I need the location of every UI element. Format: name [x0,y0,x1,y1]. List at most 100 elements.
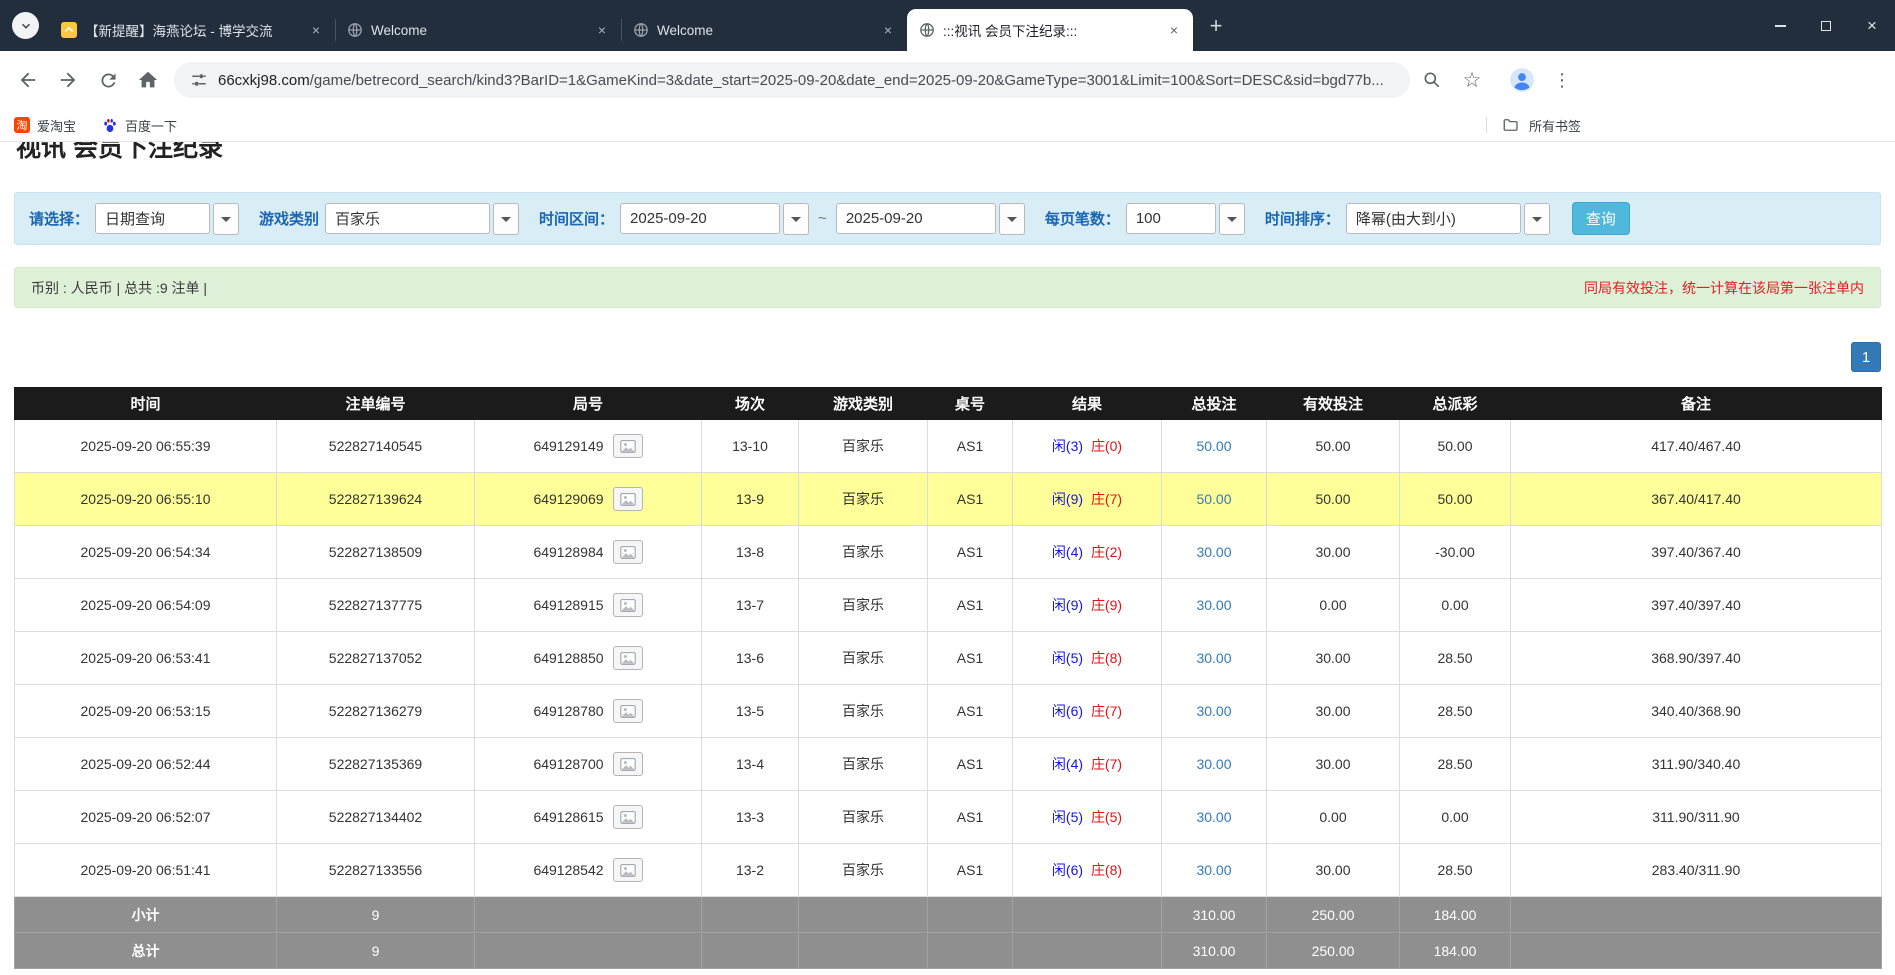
cell-payout: 50.00 [1400,420,1511,473]
tab-close-icon[interactable]: × [307,21,325,39]
table-footer: 小计 9 310.00 250.00 184.00 总计 9 310.00 25… [15,897,1882,969]
total-row: 总计 9 310.00 250.00 184.00 [15,933,1882,969]
search-icon [1422,70,1442,90]
total-bet-link[interactable]: 30.00 [1196,756,1231,772]
round-media-button[interactable] [613,646,643,670]
browser-menu-button[interactable]: ⋮ [1542,60,1582,100]
image-icon [620,440,636,453]
close-button[interactable]: × [1849,0,1895,51]
combo-arrow-icon[interactable] [783,203,809,235]
date-start-input[interactable] [620,203,780,234]
total-bet-link[interactable]: 50.00 [1196,491,1231,507]
sort-input[interactable] [1346,203,1521,234]
total-bet-link[interactable]: 30.00 [1196,544,1231,560]
cell-bet-id: 522827140545 [277,420,475,473]
game-type-input[interactable] [325,203,490,234]
result-player: 闲(3) [1052,438,1083,454]
total-count: 9 [277,933,475,969]
total-bet-link[interactable]: 30.00 [1196,862,1231,878]
forward-button[interactable] [48,60,88,100]
cell-time: 2025-09-20 06:53:15 [15,685,277,738]
total-bet-link[interactable]: 30.00 [1196,809,1231,825]
divider [1486,117,1487,133]
table-row: 2025-09-20 06:52:44 522827135369 6491287… [15,738,1882,791]
all-bookmarks-label: 所有书签 [1529,116,1581,135]
tab-close-icon[interactable]: × [879,21,897,39]
combo-arrow-icon[interactable] [493,203,519,235]
result-player: 闲(5) [1052,809,1083,825]
result-banker: 庄(9) [1091,597,1122,613]
date-end-input[interactable] [836,203,996,234]
combo-arrow-icon[interactable] [1524,203,1550,235]
back-button[interactable] [8,60,48,100]
cell-time: 2025-09-20 06:55:39 [15,420,277,473]
bookmark-baidu[interactable]: 百度一下 [102,116,177,135]
combo-arrow-icon[interactable] [999,203,1025,235]
header-bet-id: 注单编号 [277,388,475,420]
page-number-button[interactable]: 1 [1851,342,1881,372]
maximize-button[interactable] [1803,0,1849,51]
round-media-button[interactable] [613,434,643,458]
cell-table: AS1 [928,420,1013,473]
total-bet-link[interactable]: 50.00 [1196,438,1231,454]
total-bet-link[interactable]: 30.00 [1196,703,1231,719]
result-banker: 庄(7) [1091,491,1122,507]
refresh-button[interactable] [88,60,128,100]
query-type-input[interactable] [95,203,210,234]
tab-welcome-1[interactable]: Welcome × [335,9,621,51]
round-media-button[interactable] [613,487,643,511]
tab-welcome-2[interactable]: Welcome × [621,9,907,51]
tab-close-icon[interactable]: × [593,21,611,39]
currency-summary: 币别 : 人民币 | 总共 :9 注单 | [31,278,207,298]
result-banker: 庄(0) [1091,438,1122,454]
combo-arrow-icon[interactable] [213,203,239,235]
cell-round: 649128615 [475,791,702,844]
cell-session: 13-9 [702,473,799,526]
tab-forum[interactable]: 【新提醒】海燕论坛 - 博学交流 × [49,9,335,51]
address-bar[interactable]: 66cxkj98.com/game/betrecord_search/kind3… [174,62,1410,98]
round-media-button[interactable] [613,858,643,882]
round-media-button[interactable] [613,540,643,564]
combo-arrow-icon[interactable] [1219,203,1245,235]
total-bet-link[interactable]: 30.00 [1196,597,1231,613]
cell-round: 649128700 [475,738,702,791]
new-tab-button[interactable]: + [1201,11,1231,41]
total-label: 总计 [15,933,277,969]
bookmark-taobao[interactable]: 淘 爱淘宝 [14,116,76,135]
total-bet-link[interactable]: 30.00 [1196,650,1231,666]
cell-total-bet: 30.00 [1162,526,1267,579]
cell-valid-bet: 0.00 [1267,579,1400,632]
bird-icon [63,24,75,36]
bookmarks-bar: 淘 爱淘宝 百度一下 所有书签 [0,109,1895,142]
round-number: 649128780 [533,703,603,719]
tab-close-icon[interactable]: × [1165,21,1183,39]
bookmark-star-button[interactable]: ☆ [1452,60,1492,100]
cell-total-bet: 30.00 [1162,844,1267,897]
header-note: 备注 [1511,388,1882,420]
cell-table: AS1 [928,791,1013,844]
date-start-combo [620,203,809,235]
tab-title: :::视讯 会员下注纪录::: [943,20,1159,40]
round-media-button[interactable] [613,805,643,829]
round-media-button[interactable] [613,752,643,776]
profile-button[interactable] [1502,60,1542,100]
all-bookmarks-button[interactable]: 所有书签 [1486,116,1581,135]
search-button[interactable]: 查询 [1572,202,1630,235]
cell-result: 闲(6) 庄(7) [1013,685,1162,738]
page-size-combo [1126,203,1245,235]
cell-round: 649129069 [475,473,702,526]
total-valid-bet: 250.00 [1267,933,1400,969]
page-size-input[interactable] [1126,203,1216,234]
subtotal-total-bet: 310.00 [1162,897,1267,933]
search-button[interactable] [1412,60,1452,100]
result-banker: 庄(7) [1091,756,1122,772]
tab-search-button[interactable] [12,12,39,39]
round-media-button[interactable] [613,699,643,723]
round-media-button[interactable] [613,593,643,617]
home-button[interactable] [128,60,168,100]
cell-time: 2025-09-20 06:54:34 [15,526,277,579]
subtotal-valid-bet: 250.00 [1267,897,1400,933]
minimize-button[interactable] [1757,0,1803,51]
tab-bet-records-active[interactable]: :::视讯 会员下注纪录::: × [907,9,1193,51]
refresh-icon [98,70,119,91]
